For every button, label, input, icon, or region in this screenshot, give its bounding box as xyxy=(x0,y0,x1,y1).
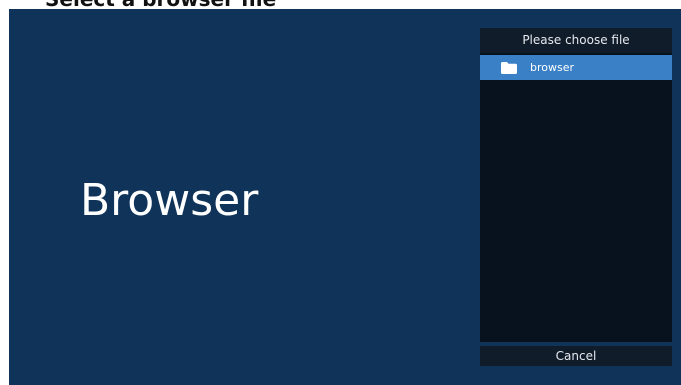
file-list[interactable]: browser xyxy=(480,53,672,342)
file-item-browser[interactable]: browser xyxy=(480,55,672,80)
dialog-title: Please choose file xyxy=(480,28,672,53)
page: Select a browser file Browser Please cho… xyxy=(0,0,681,385)
file-item-label: browser xyxy=(530,61,575,74)
browser-screen: Browser Please choose file browser Cance… xyxy=(9,9,681,385)
cancel-button[interactable]: Cancel xyxy=(480,346,672,366)
page-title: Browser xyxy=(80,175,259,226)
folder-icon xyxy=(501,62,517,74)
file-chooser-dialog: Please choose file browser Cancel xyxy=(480,28,672,366)
